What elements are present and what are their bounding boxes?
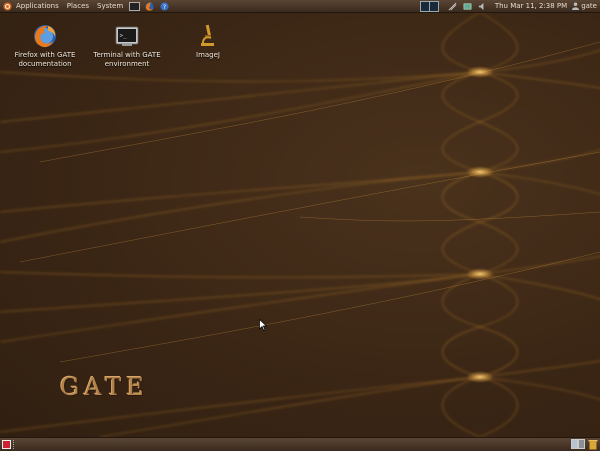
trash-icon[interactable]: [588, 439, 598, 450]
network-icon[interactable]: [448, 2, 457, 11]
taskbar-handle[interactable]: [13, 440, 16, 449]
menu-system[interactable]: System: [93, 0, 127, 12]
gate-wallpaper-logo: GATE: [60, 373, 149, 401]
desktop-icon-firefox[interactable]: Firefox with GATE documentation: [9, 23, 81, 69]
desktop-icon-label: ImageJ: [196, 51, 220, 59]
show-desktop-button[interactable]: [2, 440, 11, 449]
user-icon: [572, 2, 580, 10]
workspace-pager[interactable]: [571, 439, 585, 449]
firefox-icon: [34, 25, 56, 48]
volume-icon[interactable]: [478, 2, 487, 11]
terminal-icon: >_: [115, 26, 139, 46]
workspace-switcher[interactable]: [419, 0, 439, 12]
menu-applications[interactable]: Applications: [12, 0, 63, 12]
desktop-icon-label: Terminal with GATE environment: [93, 51, 161, 68]
terminal-icon: [129, 1, 141, 11]
svg-text:>_: >_: [120, 33, 128, 40]
desktop[interactable]: Firefox with GATE documentation >_ Termi…: [0, 12, 600, 437]
ubuntu-logo-icon[interactable]: [3, 1, 12, 11]
user-name: gate: [581, 2, 597, 10]
menu-places[interactable]: Places: [63, 0, 93, 12]
workspace-1[interactable]: [420, 1, 430, 11]
bottom-panel: [0, 437, 600, 451]
mouse-cursor-icon: [259, 319, 267, 331]
terminal-launcher[interactable]: [129, 1, 141, 11]
pager-workspace-1[interactable]: [571, 439, 578, 449]
firefox-launcher[interactable]: [144, 1, 155, 11]
microscope-icon: [201, 24, 214, 46]
user-switcher[interactable]: gate: [572, 2, 600, 10]
help-launcher[interactable]: ?: [159, 1, 170, 11]
help-icon: ?: [160, 1, 169, 11]
pager-workspace-2[interactable]: [578, 439, 585, 449]
desktop-icon-label: Firefox with GATE documentation: [14, 51, 76, 68]
desktop-icon-terminal[interactable]: >_ Terminal with GATE environment: [91, 23, 163, 69]
update-notifier-icon[interactable]: [463, 2, 472, 11]
firefox-icon: [145, 1, 154, 11]
desktop-icon-imagej[interactable]: ImageJ: [172, 23, 244, 60]
top-panel: Applications Places System ? Thu Mar 11,…: [0, 0, 600, 13]
workspace-2[interactable]: [429, 1, 438, 11]
clock[interactable]: Thu Mar 11, 2:38 PM: [490, 2, 572, 10]
svg-text:?: ?: [163, 4, 166, 11]
